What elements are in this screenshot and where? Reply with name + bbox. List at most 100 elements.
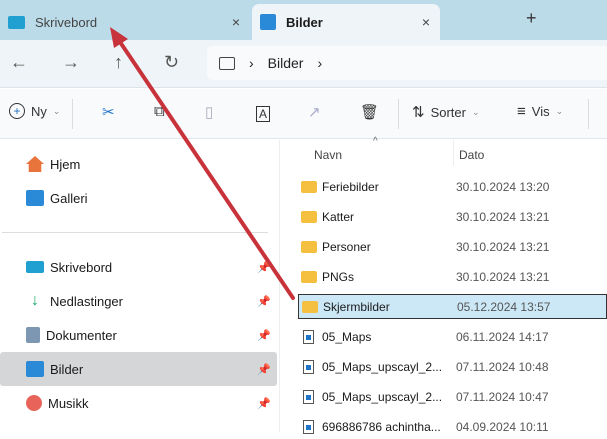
- desktop-icon: [8, 15, 25, 29]
- sort-button[interactable]: ⇅ Sorter ⌄: [412, 103, 480, 121]
- pictures-icon: [26, 361, 44, 377]
- command-bar: + Ny ⌄ ✂ ⧉ ▯ A ↗ 🗑 ⇅ Sorter ⌄ ≡ Vis ⌄: [0, 89, 607, 139]
- tab-skrivebord[interactable]: Skrivebord ×: [0, 4, 250, 40]
- breadcrumb-bilder[interactable]: Bilder: [268, 55, 304, 71]
- close-tab-icon[interactable]: ×: [232, 14, 240, 30]
- folder-icon: [301, 180, 317, 193]
- file-icon: [303, 419, 314, 434]
- file-row[interactable]: Skjermbilder 05.12.2024 13:57: [298, 294, 607, 319]
- new-button[interactable]: + Ny ⌄: [9, 103, 60, 119]
- file-list: ^ Navn Dato Feriebilder 30.10.2024 13:20 K…: [281, 136, 607, 434]
- home-icon: [26, 156, 44, 172]
- breadcrumb-separator[interactable]: ›: [317, 55, 322, 71]
- sidebar-item-label: Dokumenter: [46, 327, 117, 343]
- folder-icon: [301, 210, 317, 223]
- file-row[interactable]: Katter 30.10.2024 13:21: [298, 204, 607, 229]
- sidebar-item-galleri[interactable]: Galleri: [0, 181, 277, 215]
- file-name: 696886786 achintha...: [322, 419, 441, 434]
- plus-circle-icon: +: [9, 103, 25, 119]
- file-row[interactable]: Personer 30.10.2024 13:21: [298, 234, 607, 259]
- sidebar-item-label: Bilder: [50, 361, 84, 377]
- tab-bar: Skrivebord × Bilder × +: [0, 0, 607, 40]
- file-icon: [303, 389, 314, 404]
- sort-label: Sorter: [430, 104, 466, 120]
- sidebar-item-label: Galleri: [50, 190, 88, 206]
- column-date[interactable]: Dato: [459, 148, 484, 162]
- file-name: Feriebilder: [322, 179, 379, 194]
- desktop-icon: [26, 261, 44, 273]
- paste-icon[interactable]: ▯: [205, 103, 213, 121]
- divider: [2, 232, 268, 233]
- file-row[interactable]: PNGs 30.10.2024 13:21: [298, 264, 607, 289]
- view-icon: ≡: [517, 103, 526, 120]
- tab-label: Skrivebord: [35, 14, 98, 30]
- file-name: 05_Maps: [322, 329, 372, 344]
- view-button[interactable]: ≡ Vis ⌄: [517, 103, 563, 120]
- file-name: 05_Maps_upscayl_2...: [322, 389, 443, 404]
- file-name: 05_Maps_upscayl_2...: [322, 359, 443, 374]
- file-name: PNGs: [322, 269, 355, 284]
- sidebar-item-skrivebord[interactable]: Skrivebord 📌: [0, 250, 277, 284]
- file-date: 30.10.2024 13:21: [456, 209, 550, 224]
- file-row[interactable]: Feriebilder 30.10.2024 13:20: [298, 174, 607, 199]
- file-row[interactable]: 05_Maps 06.11.2024 14:17: [298, 324, 607, 349]
- documents-icon: [26, 327, 40, 343]
- sidebar-item-dokumenter[interactable]: Dokumenter 📌: [0, 318, 277, 352]
- pin-icon[interactable]: 📌: [257, 295, 271, 308]
- file-date: 30.10.2024 13:21: [456, 239, 550, 254]
- back-button[interactable]: ←: [10, 52, 28, 73]
- copy-icon[interactable]: ⧉: [154, 103, 165, 120]
- share-icon[interactable]: ↗: [308, 103, 321, 121]
- sidebar-item-musikk[interactable]: Musikk 📌: [0, 386, 277, 420]
- folder-icon: [301, 240, 317, 253]
- sidebar-item-nedlastinger[interactable]: ↓ Nedlastinger 📌: [0, 284, 277, 318]
- sidebar-item-hjem[interactable]: Hjem: [0, 147, 277, 181]
- pin-icon[interactable]: 📌: [257, 363, 271, 376]
- sidebar-item-label: Nedlastinger: [50, 293, 123, 309]
- gallery-icon: [26, 190, 44, 206]
- address-bar[interactable]: › Bilder ›: [207, 46, 607, 80]
- sidebar-item-label: Musikk: [48, 395, 89, 411]
- file-date: 07.11.2024 10:48: [456, 359, 549, 374]
- tab-label: Bilder: [286, 14, 323, 30]
- file-name: Personer: [322, 239, 371, 254]
- delete-icon[interactable]: 🗑: [360, 103, 379, 121]
- file-row[interactable]: 05_Maps_upscayl_2... 07.11.2024 10:47: [298, 384, 607, 409]
- computer-icon: [219, 56, 235, 70]
- music-icon: [26, 395, 42, 411]
- new-label: Ny: [31, 103, 47, 119]
- navigation-bar: ← → ↑ ↻ › Bilder ›: [0, 40, 607, 88]
- sort-ascending-icon: ^: [373, 136, 378, 147]
- folder-icon: [302, 300, 318, 313]
- file-date: 30.10.2024 13:20: [456, 179, 550, 194]
- sort-icon: ⇅: [412, 104, 425, 121]
- file-date: 07.11.2024 10:47: [456, 389, 549, 404]
- new-tab-button[interactable]: +: [526, 8, 537, 29]
- view-label: Vis: [531, 104, 550, 119]
- file-date: 30.10.2024 13:21: [456, 269, 550, 284]
- column-name[interactable]: Navn: [314, 148, 342, 162]
- sidebar-item-bilder[interactable]: Bilder 📌: [0, 352, 277, 386]
- navigation-pane: Hjem Galleri Skrivebord 📌 ↓ Nedlastinger 📌 …: [0, 140, 280, 432]
- forward-button[interactable]: →: [62, 52, 80, 73]
- file-row[interactable]: 05_Maps_upscayl_2... 07.11.2024 10:48: [298, 354, 607, 379]
- file-date: 04.09.2024 10:11: [456, 419, 549, 434]
- file-icon: [303, 329, 314, 344]
- close-tab-icon[interactable]: ×: [422, 14, 430, 30]
- file-name: Skjermbilder: [323, 299, 390, 314]
- file-row[interactable]: 696886786 achintha... 04.09.2024 10:11: [298, 414, 607, 439]
- refresh-button[interactable]: ↻: [164, 52, 179, 73]
- pin-icon[interactable]: 📌: [257, 397, 271, 410]
- file-icon: [303, 359, 314, 374]
- pin-icon[interactable]: 📌: [257, 261, 271, 274]
- file-name: Katter: [322, 209, 355, 224]
- pin-icon[interactable]: 📌: [257, 329, 271, 342]
- up-button[interactable]: ↑: [114, 52, 123, 73]
- file-date: 06.11.2024 14:17: [456, 329, 549, 344]
- breadcrumb-separator: ›: [249, 55, 254, 71]
- rename-icon[interactable]: A: [256, 106, 271, 122]
- sidebar-item-label: Hjem: [50, 156, 81, 172]
- tab-bilder[interactable]: Bilder ×: [252, 4, 440, 40]
- cut-icon[interactable]: ✂: [102, 103, 115, 121]
- column-header: ^ Navn Dato: [281, 136, 607, 170]
